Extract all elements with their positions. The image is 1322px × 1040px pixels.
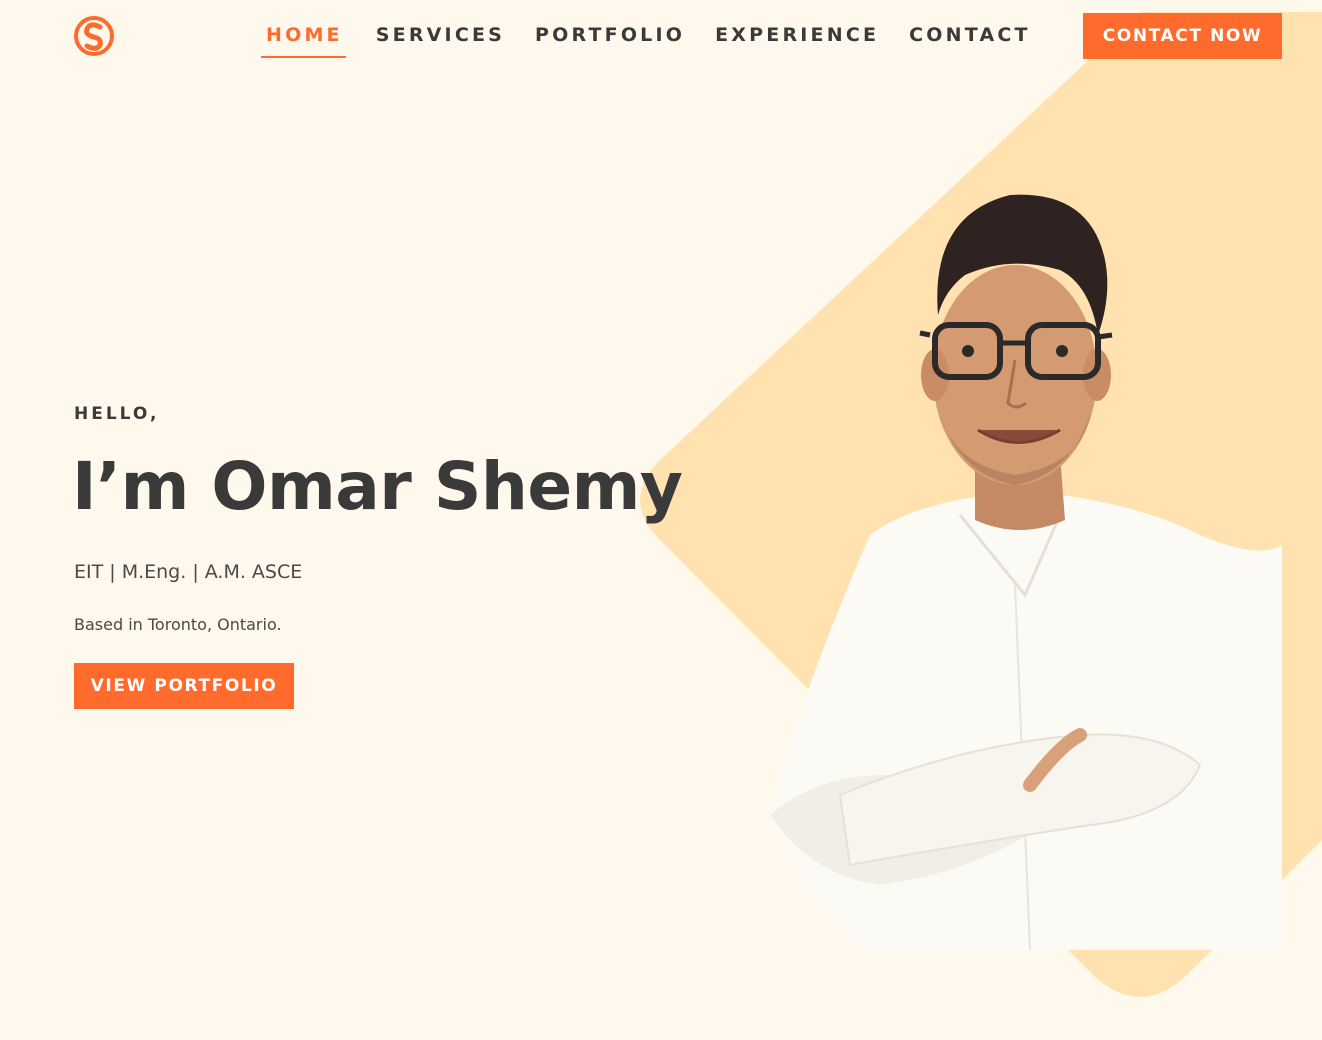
s-monogram-logo-icon[interactable] bbox=[74, 16, 114, 56]
hero-title: I’m Omar Shemy bbox=[72, 448, 683, 525]
view-portfolio-button[interactable]: VIEW PORTFOLIO bbox=[74, 663, 294, 709]
nav-portfolio[interactable]: PORTFOLIO bbox=[535, 0, 685, 58]
nav-experience[interactable]: EXPERIENCE bbox=[715, 0, 879, 58]
hero-greeting: HELLO, bbox=[74, 404, 160, 424]
nav-contact[interactable]: CONTACT bbox=[909, 0, 1031, 58]
person-portrait-photo-icon bbox=[770, 194, 1282, 950]
contact-now-button[interactable]: CONTACT NOW bbox=[1083, 13, 1282, 59]
page: HOME SERVICES PORTFOLIO EXPERIENCE CONTA… bbox=[0, 0, 1322, 1040]
main-nav: HOME SERVICES PORTFOLIO EXPERIENCE CONTA… bbox=[261, 0, 1061, 72]
nav-services[interactable]: SERVICES bbox=[376, 0, 505, 58]
hero-credentials: EIT | M.Eng. | A.M. ASCE bbox=[74, 561, 303, 583]
nav-home[interactable]: HOME bbox=[261, 0, 346, 58]
hero-location: Based in Toronto, Ontario. bbox=[74, 615, 282, 634]
